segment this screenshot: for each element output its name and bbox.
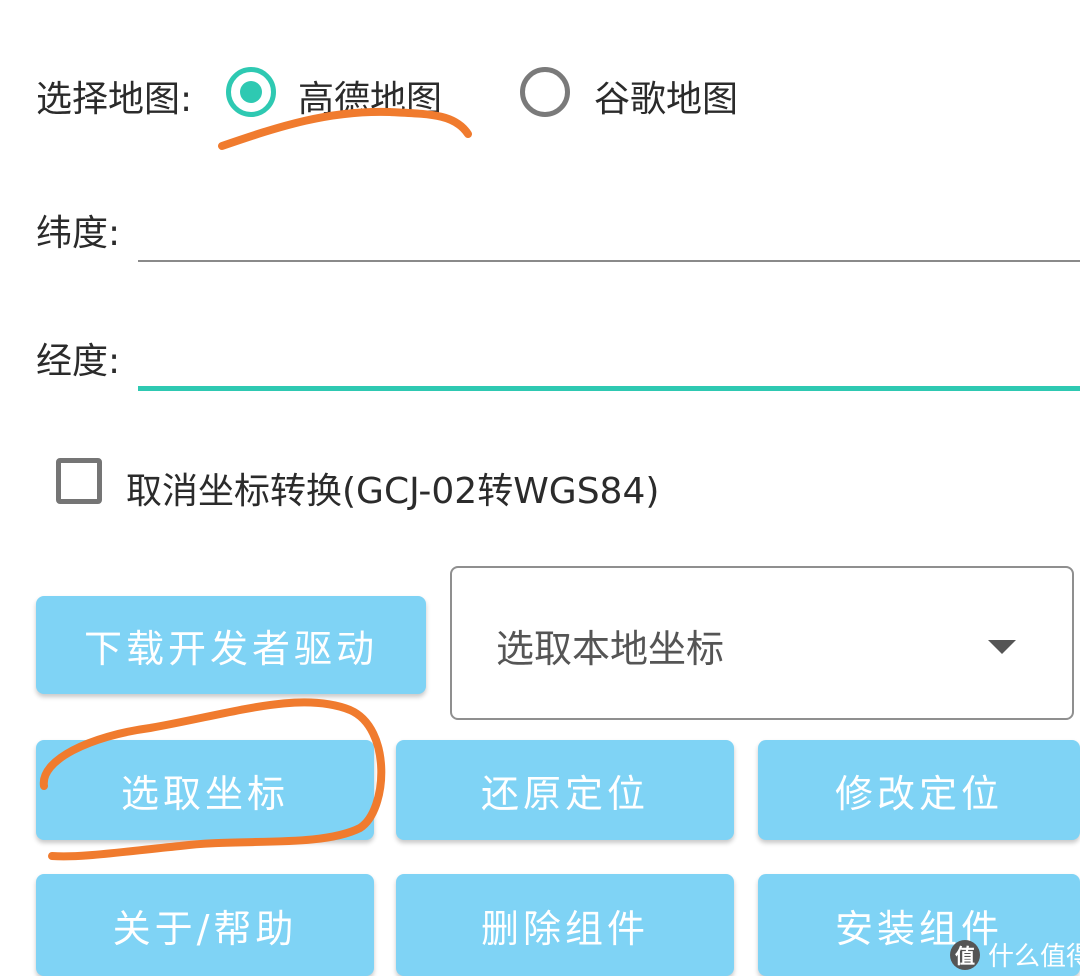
annotation-overlay bbox=[39, 107, 472, 861]
watermark: 值 什么值得买 bbox=[950, 936, 1080, 973]
watermark-text: 什么值得买 bbox=[988, 942, 1080, 972]
annotation-circle bbox=[39, 698, 386, 861]
watermark-badge: 值 bbox=[950, 939, 980, 970]
annotation-underline bbox=[218, 107, 472, 150]
